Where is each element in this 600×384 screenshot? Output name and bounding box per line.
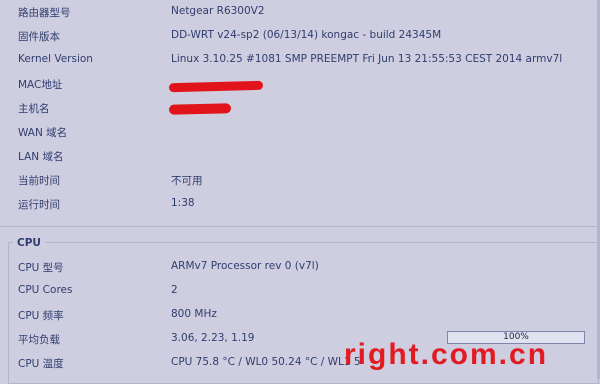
info-row-current-time: 当前时间 不可用 [0, 168, 597, 192]
router-model-label: 路由器型号 [18, 7, 71, 19]
cpu-frequency-value: 800 MHz [171, 308, 217, 320]
cpu-row-model: CPU 型号 ARMv7 Processor rev 0 (v7l) [0, 255, 597, 279]
cpu-legend: CPU [13, 237, 45, 249]
info-row-kernel: Kernel Version Linux 3.10.25 #1081 SMP P… [0, 48, 597, 72]
router-model-value: Netgear R6300V2 [171, 5, 265, 17]
cpu-load-label: 平均负载 [18, 334, 60, 346]
mac-redaction-mark [168, 80, 264, 93]
cpu-cores-label: CPU Cores [18, 284, 73, 296]
info-row-lan-domain: LAN 域名 [0, 144, 597, 168]
system-info-panel: 路由器型号 Netgear R6300V2 固件版本 DD-WRT v24-sp… [0, 0, 598, 227]
kernel-label: Kernel Version [18, 53, 93, 65]
cpu-frequency-label: CPU 频率 [18, 310, 64, 322]
info-row-router-model: 路由器型号 Netgear R6300V2 [0, 0, 597, 24]
site-watermark: right.com.cn [344, 338, 549, 371]
cpu-temperature-value: CPU 75.8 °C / WL0 50.24 °C / WL1 5 [171, 356, 361, 368]
lan-domain-label: LAN 域名 [18, 151, 64, 163]
info-row-hostname: 主机名 [0, 96, 597, 120]
mac-label: MAC地址 [18, 79, 63, 91]
wan-domain-label: WAN 域名 [18, 127, 68, 139]
cpu-row-cores: CPU Cores 2 [0, 279, 597, 303]
info-row-mac: MAC地址 [0, 72, 597, 96]
hostname-label: 主机名 [18, 103, 50, 115]
hostname-redaction-mark [168, 103, 232, 115]
firmware-value: DD-WRT v24-sp2 (06/13/14) kongac - build… [171, 29, 442, 41]
firmware-label: 固件版本 [18, 31, 60, 43]
cpu-model-value: ARMv7 Processor rev 0 (v7l) [171, 260, 319, 272]
cpu-load-value: 3.06, 2.23, 1.19 [171, 332, 255, 344]
info-row-wan-domain: WAN 域名 [0, 120, 597, 144]
current-time-label: 当前时间 [18, 175, 60, 187]
uptime-label: 运行时间 [18, 199, 60, 211]
cpu-model-label: CPU 型号 [18, 262, 64, 274]
current-time-value: 不可用 [171, 175, 203, 187]
info-row-uptime: 运行时间 1:38 [0, 192, 597, 216]
kernel-value: Linux 3.10.25 #1081 SMP PREEMPT Fri Jun … [171, 53, 563, 65]
info-row-firmware: 固件版本 DD-WRT v24-sp2 (06/13/14) kongac - … [0, 24, 597, 48]
uptime-value: 1:38 [171, 197, 195, 209]
cpu-row-frequency: CPU 频率 800 MHz [0, 303, 597, 327]
cpu-cores-value: 2 [171, 284, 178, 296]
cpu-temperature-label: CPU 温度 [18, 358, 64, 370]
